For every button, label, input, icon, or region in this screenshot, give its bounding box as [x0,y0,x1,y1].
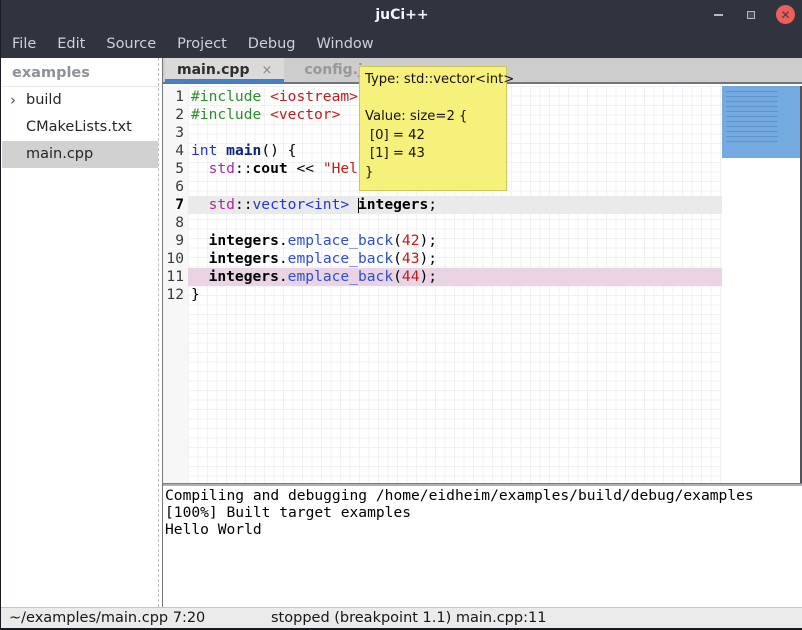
tree-item-label: CMakeLists.txt [26,119,132,135]
line-number[interactable]: 9 [163,232,188,250]
tab-label: main.cpp [177,62,249,78]
tree-item-main-cpp[interactable]: main.cpp [2,141,158,168]
minimap [722,86,802,483]
minimap-viewport[interactable] [722,86,802,158]
tooltip-value-line: [1] = 43 [365,145,501,164]
restore-icon [747,11,755,19]
line-number[interactable]: 7 [163,196,188,214]
expander-chevron-icon[interactable]: › [10,87,16,114]
menu-window[interactable]: Window [316,31,373,58]
code-line-8[interactable] [188,214,722,232]
tooltip-value-line: Value: size=2 { [365,108,501,127]
terminal-line: [100%] Built target examples [165,504,802,521]
tab-main-cpp[interactable]: main.cpp × [165,58,284,82]
status-file-position: ~/examples/main.cpp 7:20 [9,608,205,628]
minimize-button[interactable] [709,6,727,24]
statusbar: ~/examples/main.cpp 7:20 stopped (breakp… [1,607,802,628]
restore-button[interactable] [742,6,760,24]
window-header: juCi++ ✕ File Edit Source Project Debug … [1,0,802,58]
tree-root-label: examples [2,58,158,87]
line-number[interactable]: 1 [163,88,188,106]
tree-item-cmakelists[interactable]: CMakeLists.txt [2,114,158,141]
status-debug-state: stopped (breakpoint 1.1) main.cpp:11 [271,608,546,628]
app-window: juCi++ ✕ File Edit Source Project Debug … [0,0,802,630]
file-tree-panel: examples › build CMakeLists.txt main.cpp [2,58,158,607]
menu-project[interactable]: Project [177,31,227,58]
line-number[interactable]: 4 [163,142,188,160]
close-button[interactable]: ✕ [776,5,795,24]
titlebar[interactable]: juCi++ ✕ [1,0,802,30]
menubar: File Edit Source Project Debug Window [1,30,802,58]
line-number[interactable]: 3 [163,124,188,142]
terminal-line: Compiling and debugging /home/eidheim/ex… [165,487,802,504]
tab-close-icon[interactable]: × [261,63,272,78]
line-number-gutter[interactable]: 123456789101112 [163,86,188,483]
code-line-9[interactable]: integers.emplace_back(42); [188,232,722,250]
debug-value-tooltip: Type: std::vector<int> Value: size=2 {[0… [359,66,507,191]
tree-item-build[interactable]: › build [2,87,158,114]
tree-item-label: main.cpp [26,146,93,162]
menu-file[interactable]: File [12,31,36,58]
menu-debug[interactable]: Debug [248,31,296,58]
tooltip-value-line: } [365,164,501,183]
tooltip-type-line: Type: std::vector<int> [365,70,501,89]
menu-edit[interactable]: Edit [57,31,85,58]
tree-item-label: build [26,92,62,108]
line-number[interactable]: 11 [163,268,188,286]
line-number[interactable]: 2 [163,106,188,124]
window-title: juCi++ [1,0,802,30]
line-number[interactable]: 12 [163,286,188,304]
tooltip-value-line: [0] = 42 [365,127,501,146]
code-line-7[interactable]: std::vector<int> integers; [188,196,722,214]
line-number[interactable]: 5 [163,160,188,178]
terminal-line: Hello World [165,521,802,538]
code-line-10[interactable]: integers.emplace_back(43); [188,250,722,268]
code-line-11[interactable]: integers.emplace_back(44); [188,268,722,286]
line-number[interactable]: 6 [163,178,188,196]
line-number[interactable]: 8 [163,214,188,232]
close-icon: ✕ [780,9,790,21]
terminal-output[interactable]: Compiling and debugging /home/eidheim/ex… [163,486,802,607]
line-number[interactable]: 10 [163,250,188,268]
menu-source[interactable]: Source [106,31,156,58]
tooltip-value-lines: Value: size=2 {[0] = 42[1] = 43} [365,108,501,182]
minimize-icon [714,14,723,16]
code-line-12[interactable]: } [188,286,722,304]
